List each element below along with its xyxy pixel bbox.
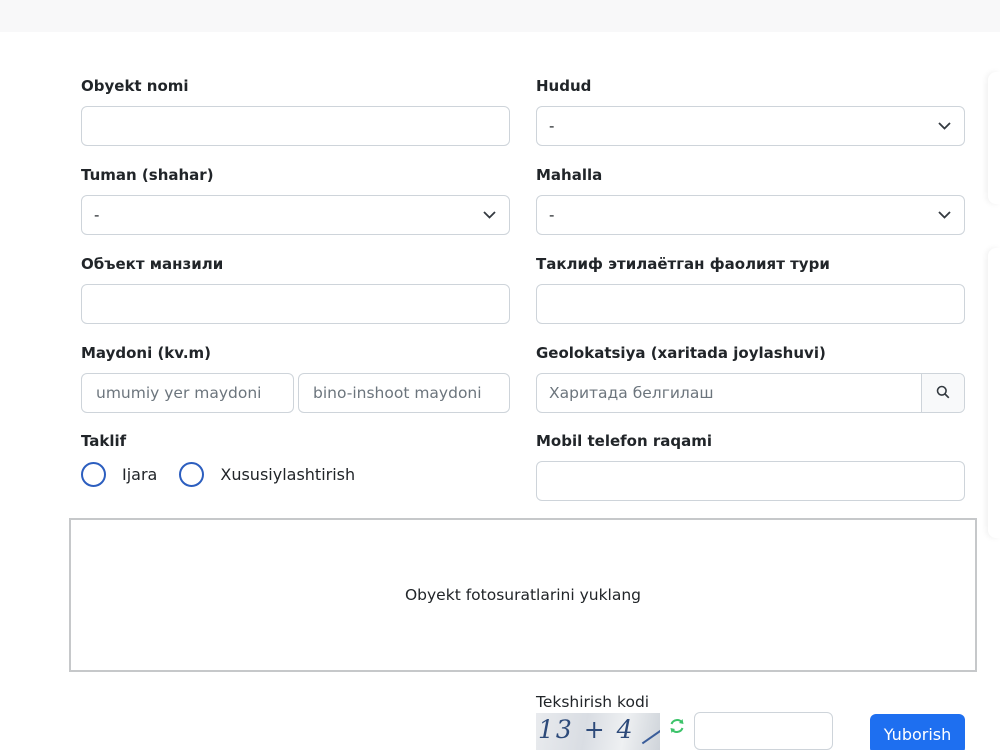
region-label: Hudud [536, 77, 592, 95]
phone-label: Mobil telefon raqami [536, 432, 713, 450]
side-panel-edge [988, 72, 1000, 204]
top-bar [0, 0, 1000, 32]
geolocation-input[interactable]: Харитада белгилаш [537, 374, 921, 412]
district-label: Tuman (shahar) [81, 166, 214, 184]
upload-text: Obyekt fotosuratlarini yuklang [404, 586, 642, 604]
chevron-down-icon [481, 207, 497, 223]
captcha-image: 13 + 4 = [536, 713, 660, 750]
captcha-code: 13 + 4 = [538, 715, 635, 750]
refresh-icon[interactable] [667, 716, 687, 736]
submit-button-label: Yuborish [883, 724, 952, 744]
search-icon [936, 384, 950, 403]
region-select-value: - [549, 117, 555, 135]
chevron-down-icon [936, 118, 952, 134]
submit-button[interactable]: Yuborish [870, 714, 965, 750]
captcha-input[interactable] [694, 712, 833, 750]
activity-type-label: Таклиф этилаётган фаолият тури [536, 255, 830, 273]
object-name-input[interactable] [81, 106, 510, 146]
radio-ijara-label: Ijara [122, 465, 158, 484]
radio-ijara[interactable] [81, 462, 106, 487]
radio-xususiylashtirish[interactable] [179, 462, 205, 487]
radio-xususiylashtirish-label: Xususiylashtirish [220, 465, 356, 484]
geolocation-placeholder: Харитада белгилаш [549, 384, 714, 402]
object-address-label: Объект манзили [81, 255, 224, 273]
geolocation-label: Geolokatsiya (xaritada joylashuvi) [536, 344, 826, 362]
mahalla-select-value: - [549, 206, 555, 224]
area-label: Maydoni (kv.m) [81, 344, 212, 362]
chevron-down-icon [936, 207, 952, 223]
activity-type-input[interactable] [536, 284, 965, 324]
offer-label: Taklif [81, 432, 127, 450]
geolocation-search-button[interactable] [921, 374, 964, 412]
building-area-input[interactable]: bino-inshoot maydoni [298, 373, 510, 413]
captcha-label: Tekshirish kodi [536, 693, 650, 711]
total-area-input[interactable]: umumiy yer maydoni [81, 373, 294, 413]
offer-radio-group: Ijara Xususiylashtirish [81, 462, 377, 487]
region-select[interactable]: - [536, 106, 965, 146]
phone-input[interactable] [536, 461, 965, 501]
district-select-value: - [94, 206, 100, 224]
building-area-placeholder: bino-inshoot maydoni [313, 384, 482, 402]
district-select[interactable]: - [81, 195, 510, 235]
side-panel-edge [988, 248, 1000, 538]
object-address-input[interactable] [81, 284, 510, 324]
geolocation-input-group: Харитада белгилаш [536, 373, 965, 413]
photo-upload-dropzone[interactable]: Obyekt fotosuratlarini yuklang [69, 518, 977, 672]
mahalla-label: Mahalla [536, 166, 603, 184]
mahalla-select[interactable]: - [536, 195, 965, 235]
total-area-placeholder: umumiy yer maydoni [96, 384, 262, 402]
object-name-label: Obyekt nomi [81, 77, 189, 95]
